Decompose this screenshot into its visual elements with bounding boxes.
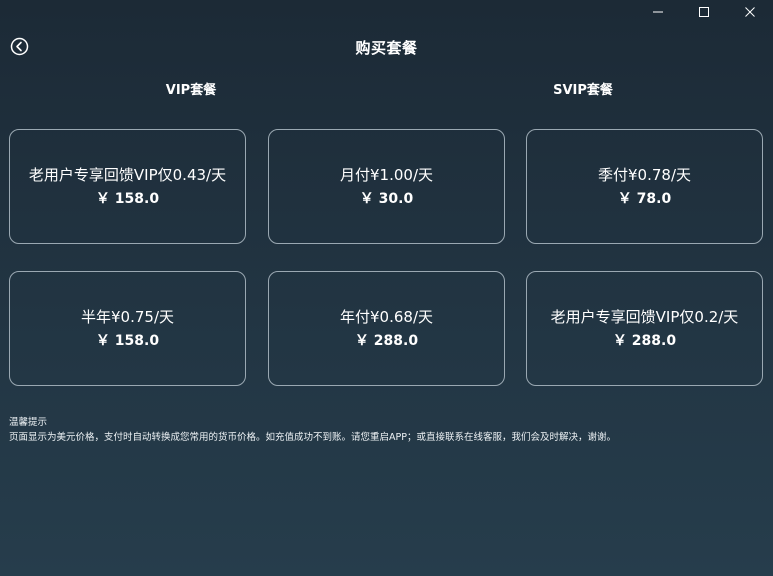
tips-text: 页面显示为美元价格，支付时自动转换成您常用的货币价格。如充值成功不到账。请您重启… xyxy=(9,432,616,443)
svip-section-label: SVIP套餐 xyxy=(553,83,613,98)
plan-card[interactable]: 年付¥0.68/天 ￥ 288.0 xyxy=(268,271,505,386)
close-button[interactable] xyxy=(727,0,773,24)
plan-name: 月付¥1.00/天 xyxy=(340,165,433,184)
plan-price: ￥ 78.0 xyxy=(617,190,672,207)
page-title: 购买套餐 xyxy=(355,39,418,57)
plan-price: ￥ 288.0 xyxy=(612,332,677,349)
plan-name: 半年¥0.75/天 xyxy=(81,307,174,326)
plan-card[interactable]: 老用户专享回馈VIP仅0.2/天 ￥ 288.0 xyxy=(526,271,763,386)
plan-card[interactable]: 季付¥0.78/天 ￥ 78.0 xyxy=(526,129,763,244)
plan-price: ￥ 158.0 xyxy=(95,332,160,349)
plan-name: 季付¥0.78/天 xyxy=(598,165,691,184)
vip-section-label: VIP套餐 xyxy=(165,83,217,98)
plan-card[interactable]: 老用户专享回馈VIP仅0.43/天 ￥ 158.0 xyxy=(9,129,246,244)
plan-price: ￥ 30.0 xyxy=(359,190,414,207)
tips-title: 温馨提示 xyxy=(9,417,48,428)
window-controls xyxy=(635,0,773,24)
minimize-button[interactable] xyxy=(635,0,681,24)
plan-card[interactable]: 半年¥0.75/天 ￥ 158.0 xyxy=(9,271,246,386)
close-icon xyxy=(745,7,755,17)
plan-price: ￥ 158.0 xyxy=(95,190,160,207)
plan-name: 老用户专享回馈VIP仅0.43/天 xyxy=(28,165,227,184)
maximize-icon xyxy=(699,7,709,17)
plan-name: 老用户专享回馈VIP仅0.2/天 xyxy=(550,307,739,326)
tips-section: 温馨提示 页面显示为美元价格，支付时自动转换成您常用的货币价格。如充值成功不到账… xyxy=(9,415,616,445)
plan-card[interactable]: 月付¥1.00/天 ￥ 30.0 xyxy=(268,129,505,244)
minimize-icon xyxy=(653,11,663,13)
plan-price: ￥ 288.0 xyxy=(354,332,419,349)
plan-name: 年付¥0.68/天 xyxy=(340,307,433,326)
maximize-button[interactable] xyxy=(681,0,727,24)
